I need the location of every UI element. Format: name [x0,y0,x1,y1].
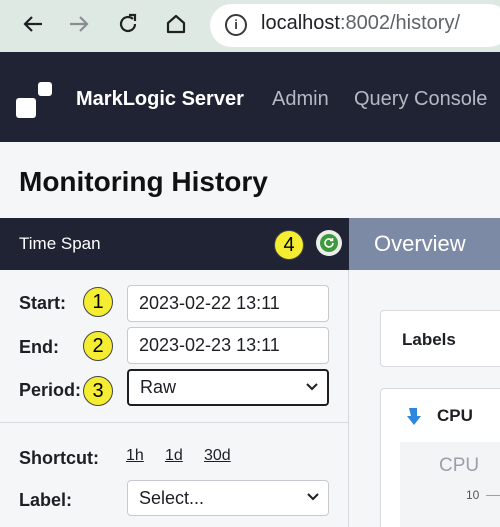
marklogic-logo[interactable] [16,82,52,118]
start-label: Start: [19,293,67,313]
cpu-card-title: CPU [437,406,473,425]
step-badge-4: 4 [274,230,304,260]
start-input[interactable]: 2023-02-22 13:11 [127,285,329,322]
end-label: End: [19,337,59,357]
cpu-chart-title: CPU [439,455,480,476]
back-arrow-icon[interactable] [18,9,48,39]
home-icon[interactable] [161,9,191,39]
time-span-title: Time Span [19,234,101,253]
chevron-down-icon [307,493,319,501]
page-title: Monitoring History [19,166,268,197]
reload-icon[interactable] [113,9,143,39]
refresh-icon [320,234,338,252]
url-path: :8002/history/ [339,12,461,34]
brand-name[interactable]: MarkLogic Server [76,88,244,111]
down-arrow-icon[interactable] [403,405,425,427]
refresh-button[interactable] [316,230,342,256]
shortcut-label: Shortcut: [19,448,99,468]
shortcut-30d[interactable]: 30d [204,447,231,465]
tab-overview-label: Overview [374,231,466,256]
period-select[interactable]: Raw [127,369,329,406]
label-select-value: Select... [139,488,205,508]
label-label: Label: [19,490,73,510]
end-input[interactable]: 2023-02-23 13:11 [127,327,329,364]
labels-card-title: Labels [402,330,456,349]
divider [0,422,349,423]
step-badge-3: 3 [83,376,113,406]
chevron-down-icon [306,383,318,391]
step-badge-1: 1 [83,287,113,317]
url-text[interactable]: localhost:8002/history/ [261,12,460,35]
shortcut-1d[interactable]: 1d [165,447,183,465]
cpu-chart-tick: 10 [466,488,480,502]
info-icon[interactable]: i [225,14,247,36]
period-select-value: Raw [140,377,177,397]
period-label: Period: [19,380,82,400]
step-badge-2: 2 [83,331,113,361]
nav-link-query-console[interactable]: Query Console [354,88,487,111]
url-host: localhost [261,12,340,34]
shortcut-1h[interactable]: 1h [126,447,144,465]
label-select[interactable]: Select... [127,480,329,516]
nav-link-admin[interactable]: Admin [272,88,329,111]
cpu-chart-gridline [486,495,500,496]
forward-arrow-icon[interactable] [64,9,94,39]
